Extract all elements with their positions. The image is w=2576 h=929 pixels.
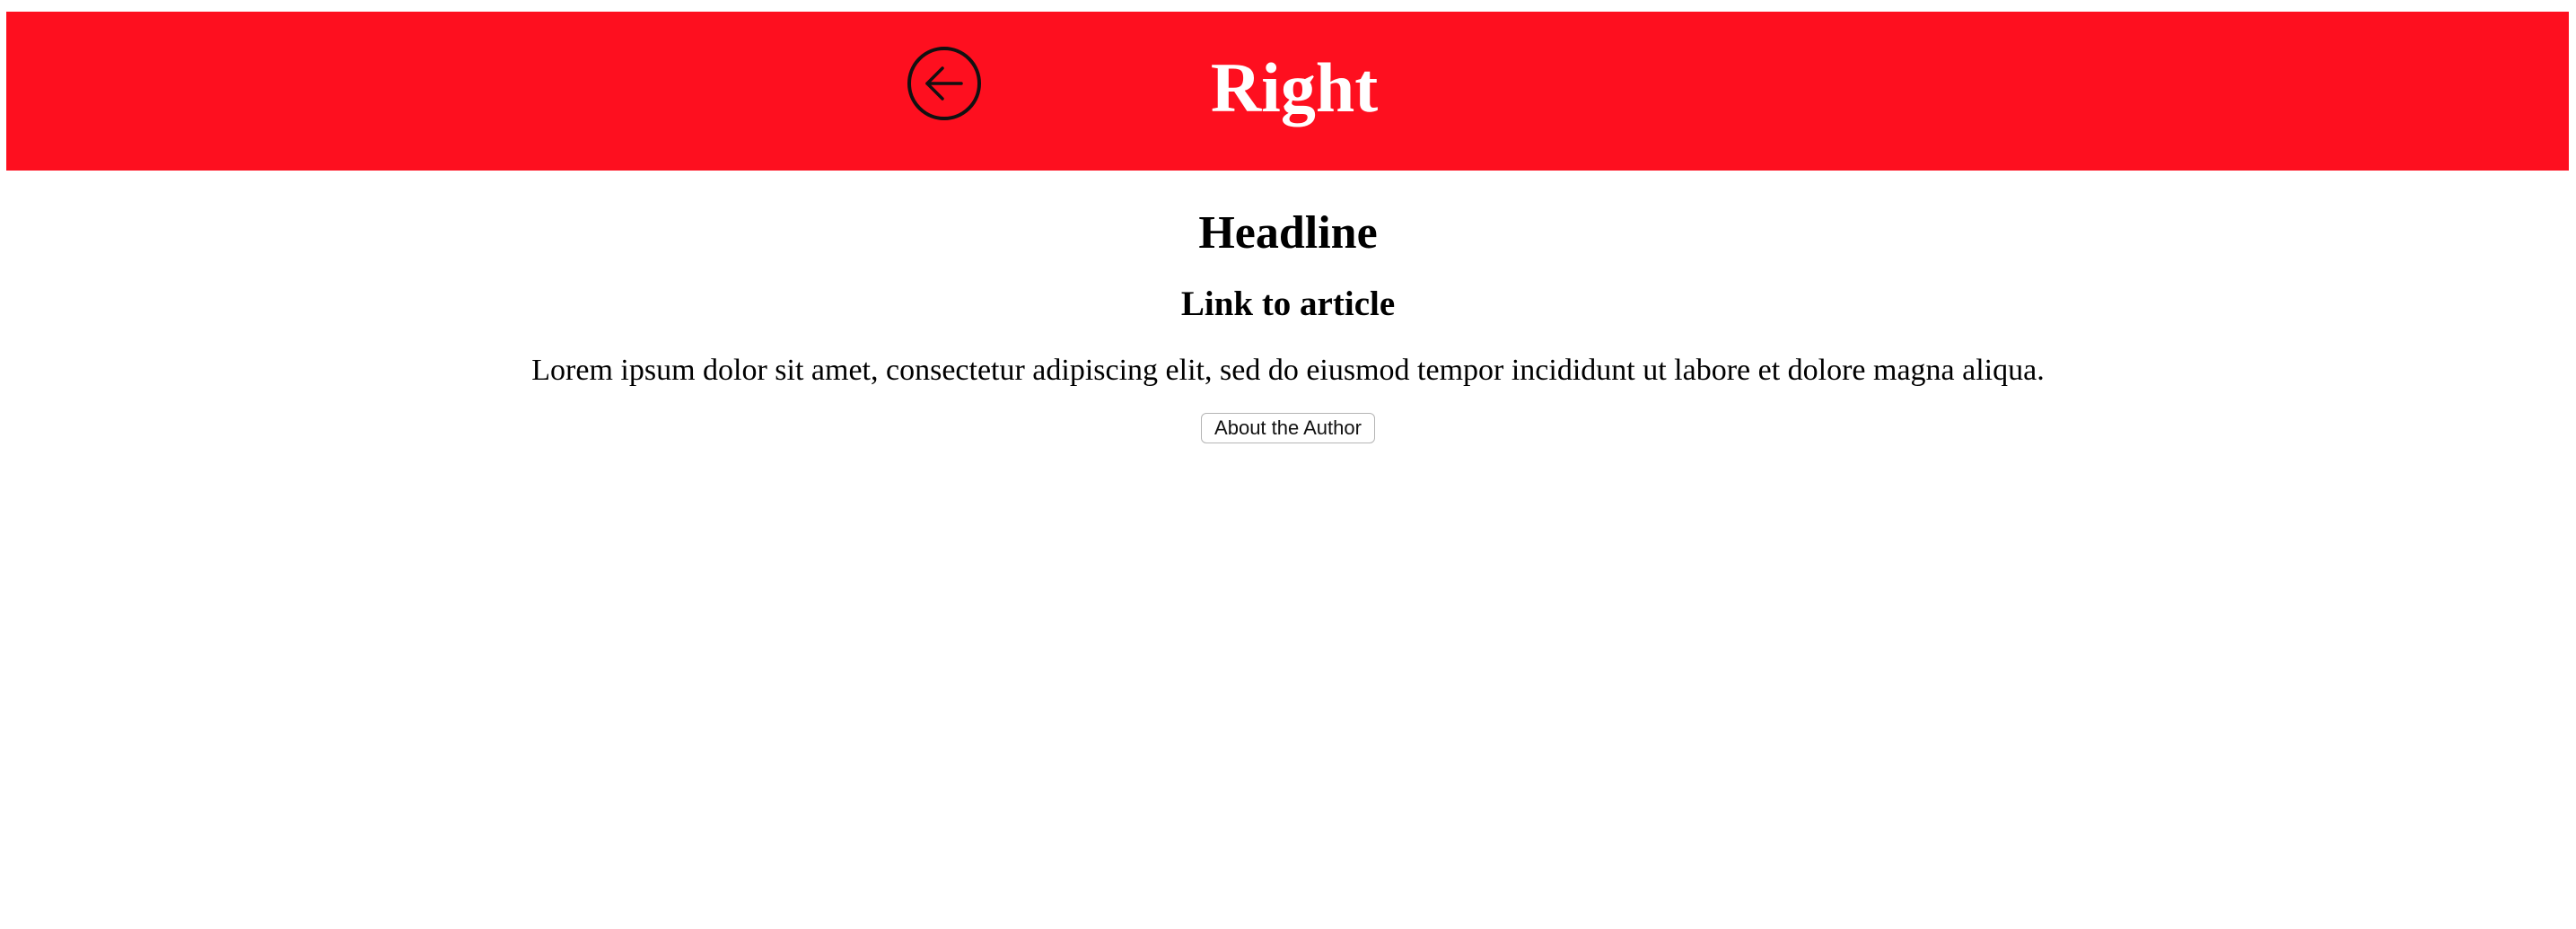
headline: Headline (1198, 207, 1378, 259)
article-link[interactable]: Link to article (1181, 285, 1395, 323)
article-content: Headline Link to article Lorem ipsum dol… (0, 205, 2576, 445)
page-title: Right (1210, 48, 1379, 127)
author-row: About the Author (0, 413, 2576, 445)
about-author-button[interactable]: About the Author (1201, 413, 1375, 443)
article-body-text: Lorem ipsum dolor sit amet, consectetur … (531, 354, 2045, 387)
article-link-heading: Link to article (0, 282, 2576, 327)
header-bar: Right (6, 12, 2569, 171)
arrow-left-icon (925, 66, 963, 101)
back-button[interactable] (907, 47, 981, 120)
